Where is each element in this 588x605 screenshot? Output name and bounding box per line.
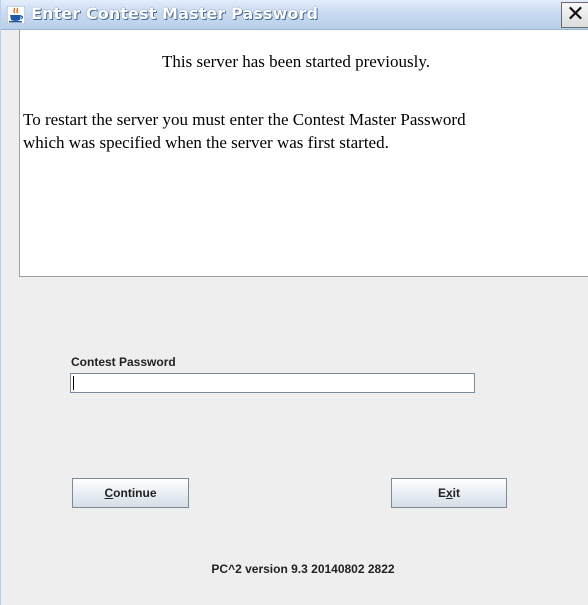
version-label: PC^2 version 9.3 20140802 2822 bbox=[211, 562, 395, 576]
exit-mnemonic: x bbox=[445, 486, 453, 500]
window-title: Enter Contest Master Password bbox=[31, 4, 319, 23]
message-panel: This server has been started previously.… bbox=[19, 30, 588, 277]
text-caret bbox=[73, 376, 74, 390]
password-dialog: Enter Contest Master Password ✕ This ser… bbox=[0, 0, 588, 605]
message-body: To restart the server you must enter the… bbox=[23, 108, 588, 154]
exit-label-start: E bbox=[437, 486, 446, 500]
java-cup-icon bbox=[6, 5, 26, 25]
exit-label-end: it bbox=[452, 486, 461, 500]
password-field[interactable] bbox=[70, 373, 475, 393]
continue-mnemonic: C bbox=[104, 486, 114, 500]
close-icon[interactable]: ✕ bbox=[561, 2, 588, 28]
continue-label: ontinue bbox=[113, 486, 157, 500]
title-bar[interactable]: Enter Contest Master Password ✕ bbox=[1, 0, 588, 30]
exit-button[interactable]: Ex it bbox=[391, 478, 507, 508]
message-body-line: which was specified when the server was … bbox=[23, 133, 389, 152]
continue-button[interactable]: Continue bbox=[72, 478, 189, 508]
password-label: Contest Password bbox=[71, 355, 176, 369]
message-body-line: To restart the server you must enter the… bbox=[23, 110, 466, 129]
message-heading: This server has been started previously. bbox=[162, 52, 430, 71]
